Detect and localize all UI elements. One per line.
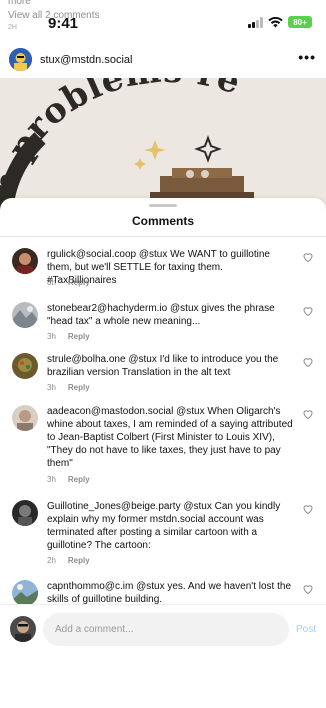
comment-time: 3h — [47, 383, 56, 392]
more-horizontal-icon[interactable]: ••• — [298, 49, 316, 65]
status-icons: 80+ — [248, 16, 312, 28]
comment-composer: Post — [0, 604, 326, 654]
status-time: 9:41 — [48, 15, 79, 32]
comment-avatar[interactable] — [12, 405, 38, 431]
reply-button[interactable]: Reply — [68, 475, 90, 484]
comment-body: aadeacon@mastodon.social @stux When Olig… — [47, 405, 295, 470]
comment-input[interactable] — [43, 613, 289, 646]
post-image[interactable]: ern problems re — [0, 78, 326, 218]
sheet-divider — [0, 236, 326, 237]
signal-icon — [248, 16, 263, 28]
battery-icon: 80+ — [288, 16, 312, 28]
post-comment-button[interactable]: Post — [296, 624, 316, 635]
comment-avatar[interactable] — [12, 248, 38, 274]
like-heart-icon[interactable] — [302, 583, 314, 595]
comment-time: 3h — [47, 332, 56, 341]
comment-time: 3h — [47, 475, 56, 484]
comment-username[interactable]: strule@bolha.one — [47, 354, 126, 365]
comment-avatar[interactable] — [12, 302, 38, 328]
current-user-avatar — [10, 616, 36, 642]
like-heart-icon[interactable] — [302, 408, 314, 420]
post-header: stux@mstdn.social ••• — [0, 46, 326, 76]
comment-time: 2h — [47, 556, 56, 565]
reply-button[interactable]: Reply — [68, 278, 90, 287]
feed-more-link[interactable]: more — [8, 0, 31, 7]
comment-username[interactable]: rgulick@social.coop — [47, 249, 136, 260]
comment-avatar[interactable] — [12, 500, 38, 526]
sheet-grabber-handle[interactable] — [149, 204, 177, 207]
like-heart-icon[interactable] — [302, 356, 314, 368]
like-heart-icon[interactable] — [302, 503, 314, 515]
comment-username[interactable]: aadeacon@mastodon.social — [47, 406, 173, 417]
post-author-avatar[interactable] — [9, 48, 32, 71]
sheet-title: Comments — [131, 214, 194, 228]
comment-body: capnthommo@c.im @stux yes. And we haven'… — [47, 580, 295, 606]
wifi-icon — [268, 16, 283, 27]
comment-username[interactable]: Guillotine_Jones@beige.party — [47, 501, 181, 512]
reply-button[interactable]: Reply — [68, 332, 90, 341]
comment-avatar[interactable] — [12, 580, 38, 606]
comment-username[interactable]: stonebear2@hachyderm.io — [47, 303, 167, 314]
comment-meta: 3h Reply — [47, 383, 90, 392]
comment-body: stonebear2@hachyderm.io @stux gives the … — [47, 302, 295, 328]
comment-username[interactable]: capnthommo@c.im — [47, 581, 133, 592]
comment-meta: 3h Reply — [47, 278, 90, 287]
reply-button[interactable]: Reply — [68, 383, 90, 392]
comment-meta: 3h Reply — [47, 475, 90, 484]
comment-body: strule@bolha.one @stux I'd like to intro… — [47, 353, 295, 379]
comment-body: Guillotine_Jones@beige.party @stux Can y… — [47, 500, 295, 552]
comment-meta: 3h Reply — [47, 332, 90, 341]
reply-button[interactable]: Reply — [68, 556, 90, 565]
like-heart-icon[interactable] — [302, 305, 314, 317]
comment-time: 3h — [47, 278, 56, 287]
feed-time-ago: 2H — [8, 24, 17, 31]
post-author-username[interactable]: stux@mstdn.social — [40, 54, 132, 66]
like-heart-icon[interactable] — [302, 251, 314, 263]
comment-avatar[interactable] — [12, 353, 38, 379]
comment-meta: 2h Reply — [47, 556, 90, 565]
